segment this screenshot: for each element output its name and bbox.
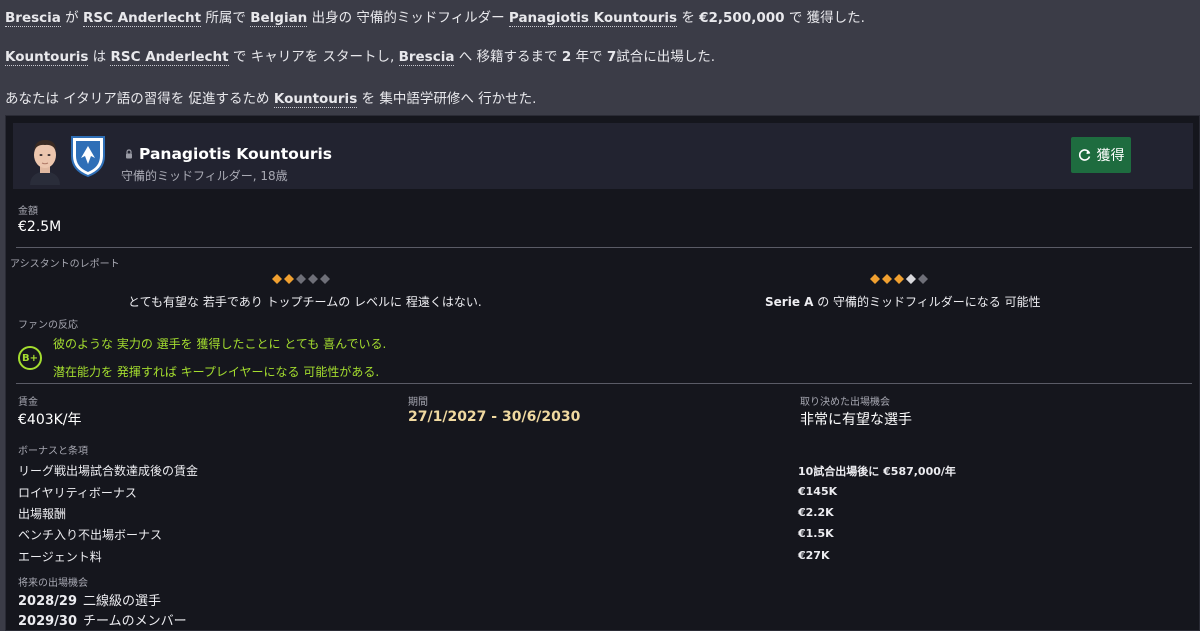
fan-reaction-line-1: 彼のような 実力の 選手を 獲得したことに とても 喜んでいる. — [53, 337, 387, 351]
bonus-name: 出場報酬 — [18, 507, 67, 521]
rating-star-icon — [272, 274, 282, 284]
sign-button-label: 獲得 — [1096, 148, 1125, 164]
club-crest-icon[interactable] — [69, 134, 107, 178]
fan-grade-badge: B+ — [18, 346, 42, 370]
rating-star-icon — [296, 274, 306, 284]
divider — [16, 383, 1192, 384]
future-role: チームのメンバー — [83, 614, 187, 629]
transfer-panel: Panagiotis Kountouris 守備的ミッドフィルダー, 18歳 獲… — [5, 115, 1200, 631]
bonus-name: ベンチ入り不出場ボーナス — [18, 528, 163, 542]
from-club-link[interactable]: RSC Anderlecht — [82, 10, 202, 27]
years-text: 2 — [561, 49, 572, 65]
news-summary: Brescia が RSC Anderlecht 所属で Belgian 出身の… — [0, 0, 1200, 112]
bonus-name: エージェント料 — [18, 550, 102, 564]
club-link[interactable]: Brescia — [398, 49, 455, 66]
bonus-name: ロイヤリティボーナス — [18, 486, 137, 500]
future-season: 2029/30 — [18, 614, 78, 629]
player-subtitle: 守備的ミッドフィルダー, 18歳 — [121, 169, 288, 183]
bonus-name: リーグ戦出場試合数達成後の賃金 — [18, 464, 199, 478]
future-role: 二線級の選手 — [83, 594, 162, 609]
player-name[interactable]: Panagiotis Kountouris — [139, 145, 332, 163]
playing-time-label: 取り決めた出場機会 — [800, 397, 890, 408]
bonus-value: €2.2K — [798, 506, 834, 519]
sign-button[interactable]: 獲得 — [1071, 137, 1131, 173]
from-club-link[interactable]: RSC Anderlecht — [110, 49, 229, 66]
bonus-value: €1.5K — [798, 527, 834, 540]
news-line-2: Kountouris は RSC Anderlecht で キャリアを スタート… — [5, 49, 716, 66]
player-link[interactable]: Panagiotis Kountouris — [508, 10, 678, 27]
player-face-icon[interactable] — [26, 135, 64, 185]
potential-ability-text: Serie A の 守備的ミッドフィルダーになる 可能性 — [765, 295, 1041, 309]
period-label: 期間 — [408, 397, 428, 408]
current-ability-stars — [272, 274, 330, 284]
rating-star-icon — [894, 274, 904, 284]
future-row: 2028/29 二線級の選手 — [18, 590, 161, 609]
playing-time-value: 非常に有望な選手 — [800, 412, 912, 428]
player-link[interactable]: Kountouris — [5, 49, 89, 66]
bonus-value: 10試合出場後に €587,000/年 — [798, 465, 956, 478]
club-link[interactable]: Brescia — [5, 10, 61, 27]
rating-star-icon — [882, 274, 892, 284]
period-value: 27/1/2027 - 30/6/2030 — [408, 409, 581, 425]
apps-text: 7 — [606, 49, 617, 65]
future-season: 2028/29 — [18, 594, 78, 609]
bonus-value: €27K — [798, 549, 830, 562]
future-row: 2029/30 チームのメンバー — [18, 610, 187, 629]
rating-star-icon — [906, 274, 916, 284]
fan-reaction-label: ファンの反応 — [18, 320, 78, 331]
news-line-1: Brescia が RSC Anderlecht 所属で Belgian 出身の… — [5, 10, 865, 27]
fee-value: €2.5M — [18, 219, 62, 235]
rating-star-icon — [320, 274, 330, 284]
news-line-3: あなたは イタリア語の習得を 促進するため Kountouris を 集中語学研… — [5, 91, 537, 108]
rating-star-icon — [284, 274, 294, 284]
fee-label: 金額 — [18, 206, 38, 217]
fan-reaction-line-2: 潜在能力を 発揮すれば キープレイヤーになる 可能性がある. — [53, 365, 380, 379]
assistant-report-label: アシスタントのレポート — [10, 259, 120, 270]
lock-icon — [126, 149, 132, 159]
bonus-value: €145K — [798, 485, 838, 498]
rating-star-icon — [308, 274, 318, 284]
potential-ability-stars — [870, 274, 928, 284]
future-label: 将来の出場機会 — [18, 578, 88, 589]
rating-star-icon — [870, 274, 880, 284]
player-link[interactable]: Kountouris — [273, 91, 358, 108]
wage-value: €403K/年 — [18, 412, 82, 428]
nation-link[interactable]: Belgian — [250, 10, 308, 27]
league-name[interactable]: Serie A — [765, 295, 813, 309]
refresh-icon — [1078, 149, 1090, 161]
fee-text: €2,500,000 — [699, 10, 785, 26]
rating-star-icon — [918, 274, 928, 284]
current-ability-text: とても有望な 若手であり トップチームの レベルに 程遠くはない. — [128, 295, 482, 309]
divider — [16, 247, 1192, 248]
player-header: Panagiotis Kountouris 守備的ミッドフィルダー, 18歳 獲… — [13, 123, 1193, 189]
wage-label: 賃金 — [18, 397, 38, 408]
bonuses-label: ボーナスと条項 — [18, 446, 88, 457]
